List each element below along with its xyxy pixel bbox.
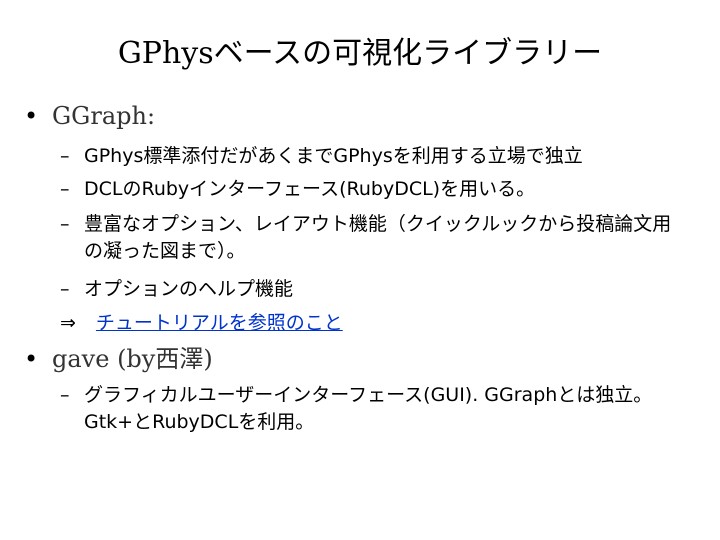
dash-marker: – [60, 278, 70, 300]
subitem-ggraph-1: – GPhys標準添付だがあくまでGPhysを利用する立場で独立 [60, 143, 690, 170]
subitem-text: オプションのヘルプ機能 [84, 278, 294, 300]
subitem-text: GPhys標準添付だがあくまでGPhysを利用する立場で独立 [84, 145, 583, 167]
subitem-ggraph-2: – DCLのRubyインターフェース(RubyDCL)を用いる。 [60, 176, 690, 203]
subitem-text: グラフィカルユーザーインターフェース(GUI). GGraphとは独立。Gtk+… [84, 384, 653, 433]
subitem-gave-1: – グラフィカルユーザーインターフェース(GUI). GGraphとは独立。Gt… [60, 382, 680, 436]
subitem-text: DCLのRubyインターフェース(RubyDCL)を用いる。 [84, 178, 536, 200]
dash-marker: – [60, 145, 70, 167]
subitem-text: 豊富なオプション、レイアウト機能（クイックルックから投稿論文用の凝った図まで）。 [84, 213, 672, 262]
dash-marker: – [60, 178, 70, 200]
tutorial-line: ⇒ チュートリアルを参照のこと [60, 310, 343, 337]
subitem-ggraph-3: – 豊富なオプション、レイアウト機能（クイックルックから投稿論文用の凝った図まで… [60, 211, 680, 265]
bullet-dot: • [24, 345, 39, 373]
tutorial-link[interactable]: チュートリアルを参照のこと [96, 312, 343, 334]
bullet-gave-text: gave (by西澤) [52, 345, 213, 373]
bullet-dot: • [24, 102, 39, 130]
arrow-icon: ⇒ [60, 312, 76, 334]
dash-marker: – [60, 384, 70, 406]
dash-marker: – [60, 213, 70, 235]
slide-title: GPhysベースの可視化ライブラリー [117, 36, 603, 71]
subitem-ggraph-4: – オプションのヘルプ機能 [60, 276, 690, 303]
bullet-ggraph-text: GGraph: [52, 102, 156, 130]
